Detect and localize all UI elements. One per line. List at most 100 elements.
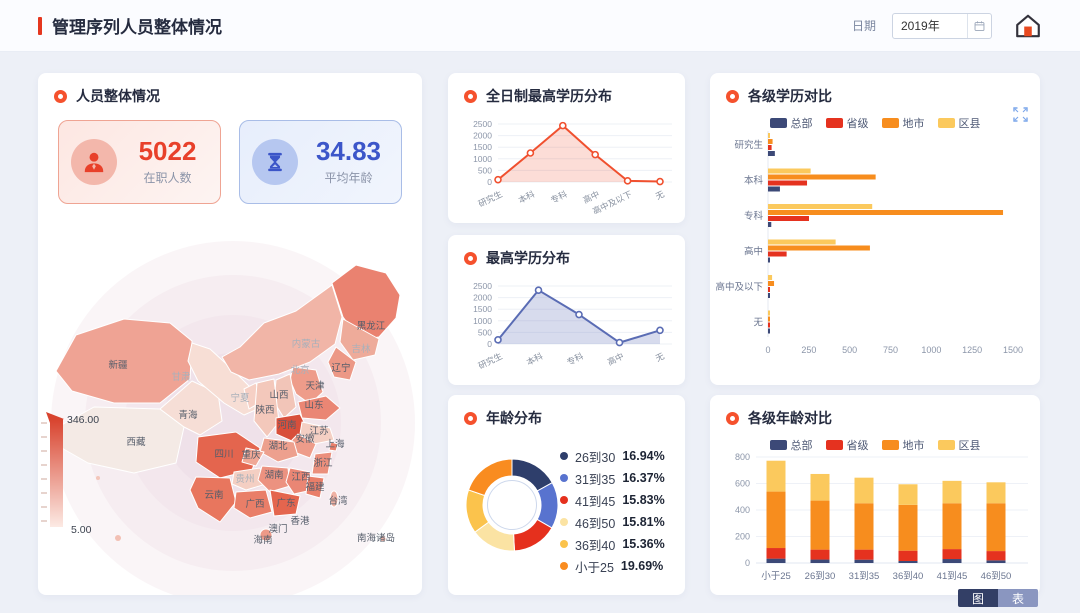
series-legend-item[interactable]: 省级 (826, 115, 869, 131)
toggle-chart-button[interactable]: 图 (958, 589, 998, 607)
province-label: 澳门 (268, 523, 287, 535)
legend-label: 41到45 (575, 491, 615, 510)
age-donut-legend: 26到30 16.94% 31到3516.37%41到4515.83% 46到50 15… (560, 445, 665, 577)
highest-edu-title: 最高学历分布 (486, 248, 570, 268)
legend-dot-icon (560, 452, 568, 460)
province-label: 新疆 (108, 359, 128, 371)
svg-text:专科: 专科 (549, 189, 569, 206)
edu-compare-title: 各级学历对比 (748, 86, 832, 106)
province-label: 海南 (253, 534, 272, 546)
svg-text:无: 无 (753, 318, 763, 329)
province-label: 西藏 (126, 436, 146, 448)
province-label: 山西 (269, 390, 288, 401)
panel-overview: 人员整体情况 5022 在职人数 34.83 平均年龄 (38, 73, 422, 595)
legend-swatch-icon (882, 440, 899, 450)
expand-icon[interactable] (1013, 107, 1028, 125)
legend-dot-icon (560, 518, 568, 526)
legend-label: 31到35 (575, 469, 615, 488)
stat-value-headcount: 5022 (139, 138, 197, 165)
series-legend-item[interactable]: 区县 (938, 115, 981, 131)
legend-percent: 19.69% (621, 559, 663, 573)
age-compare-title: 各级年龄对比 (748, 408, 832, 428)
svg-text:2500: 2500 (473, 281, 492, 291)
svg-text:31到35: 31到35 (849, 570, 880, 582)
series-legend-item[interactable]: 省级 (826, 437, 869, 453)
svg-text:1500: 1500 (1003, 345, 1023, 355)
svg-text:0: 0 (487, 339, 492, 349)
legend-label: 省级 (847, 437, 869, 453)
svg-text:500: 500 (478, 327, 492, 337)
province-label: 云南 (204, 489, 223, 501)
home-button[interactable] (1014, 13, 1042, 39)
legend-label: 36到40 (575, 535, 615, 554)
series-legend-item[interactable]: 区县 (938, 437, 981, 453)
stat-label-avg-age: 平均年龄 (324, 169, 372, 186)
age-legend-item[interactable]: 小于2519.69% (560, 555, 665, 577)
svg-text:研究生: 研究生 (477, 189, 505, 209)
svg-text:0: 0 (745, 558, 750, 568)
calendar-icon (974, 19, 985, 33)
legend-dot-icon (560, 496, 568, 504)
svg-text:本科: 本科 (517, 189, 537, 206)
province-label: 黑龙江 (357, 320, 386, 332)
age-legend-item[interactable]: 41到4515.83% (560, 489, 665, 511)
date-value: 2019年 (893, 17, 967, 34)
date-field[interactable]: 2019年 (892, 13, 992, 39)
age-legend-item[interactable]: 31到3516.37% (560, 467, 665, 489)
fulltime-edu-chart[interactable]: 05001000150020002500研究生本科专科高中高中及以下无 (448, 106, 685, 219)
series-legend-item[interactable]: 总部 (770, 437, 813, 453)
panel-bullet-icon (464, 252, 477, 265)
legend-percent: 15.81% (622, 515, 664, 529)
highest-edu-chart[interactable]: 05001000150020002500研究生本科专科高中无 (448, 268, 685, 381)
panel-fulltime-edu: 全日制最高学历分布 05001000150020002500研究生本科专科高中高… (448, 73, 685, 223)
svg-text:专科: 专科 (744, 210, 764, 222)
legend-label: 26到30 (575, 447, 615, 466)
series-legend-item[interactable]: 总部 (770, 115, 813, 131)
svg-text:500: 500 (478, 165, 492, 175)
series-legend-item[interactable]: 地市 (882, 437, 925, 453)
province-label: 宁夏 (230, 392, 250, 404)
province-label: 香港 (290, 515, 310, 527)
stat-card-headcount: 5022 在职人数 (58, 120, 221, 204)
age-legend-item[interactable]: 36到4015.36% (560, 533, 665, 555)
svg-text:250: 250 (801, 345, 816, 355)
svg-text:研究生: 研究生 (734, 139, 763, 151)
stat-label-headcount: 在职人数 (143, 169, 191, 186)
legend-percent: 16.94% (622, 449, 664, 463)
legend-label: 地市 (903, 437, 925, 453)
svg-text:400: 400 (735, 505, 750, 515)
map-scale-max: 346.00 (67, 414, 99, 426)
svg-text:800: 800 (735, 453, 750, 462)
svg-text:41到45: 41到45 (937, 570, 968, 582)
china-map[interactable]: 新疆西藏青海甘肃内蒙古宁夏陕西山西北京天津山东河南江苏安徽上海浙江湖北四川重庆贵… (38, 223, 422, 595)
age-compare-chart[interactable]: 0200400600800小于2526到3031到3536到4041到4546到… (710, 453, 1040, 598)
series-legend-item[interactable]: 地市 (882, 115, 925, 131)
page-title: 管理序列人员整体情况 (52, 13, 222, 38)
legend-label: 46到50 (575, 513, 615, 532)
age-legend-item[interactable]: 26到30 16.94% (560, 445, 665, 467)
edu-compare-chart[interactable]: 研究生本科专科高中高中及以下无0250500750100012501500 (710, 131, 1040, 364)
age-legend-item[interactable]: 46到50 15.81% (560, 511, 665, 533)
panel-bullet-icon (464, 90, 477, 103)
panel-highest-edu: 最高学历分布 05001000150020002500研究生本科专科高中无 (448, 235, 685, 385)
calendar-icon[interactable] (967, 14, 991, 38)
legend-swatch-icon (770, 440, 787, 450)
panel-edu-compare: 各级学历对比 总部省级地市区县 研究生本科专科高中高中及以下无025050075… (710, 73, 1040, 385)
legend-label: 区县 (959, 437, 981, 453)
svg-text:无: 无 (654, 351, 666, 364)
svg-text:1000: 1000 (473, 316, 492, 326)
svg-text:小于25: 小于25 (761, 571, 791, 582)
province-label: 甘肃 (171, 371, 190, 383)
age-donut-chart[interactable] (450, 443, 574, 572)
panel-bullet-icon (726, 90, 739, 103)
age-compare-legend: 总部 省级 地市 区县 (710, 437, 1040, 453)
legend-dot-icon (560, 540, 568, 548)
svg-text:0: 0 (487, 177, 492, 187)
province-label: 上海 (325, 438, 345, 450)
legend-label: 省级 (847, 115, 869, 131)
toggle-table-button[interactable]: 表 (998, 589, 1038, 607)
map-scale-min: 5.00 (71, 524, 92, 536)
fulltime-edu-title: 全日制最高学历分布 (486, 86, 612, 106)
svg-text:无: 无 (654, 189, 666, 202)
province-label: 陕西 (255, 404, 274, 416)
